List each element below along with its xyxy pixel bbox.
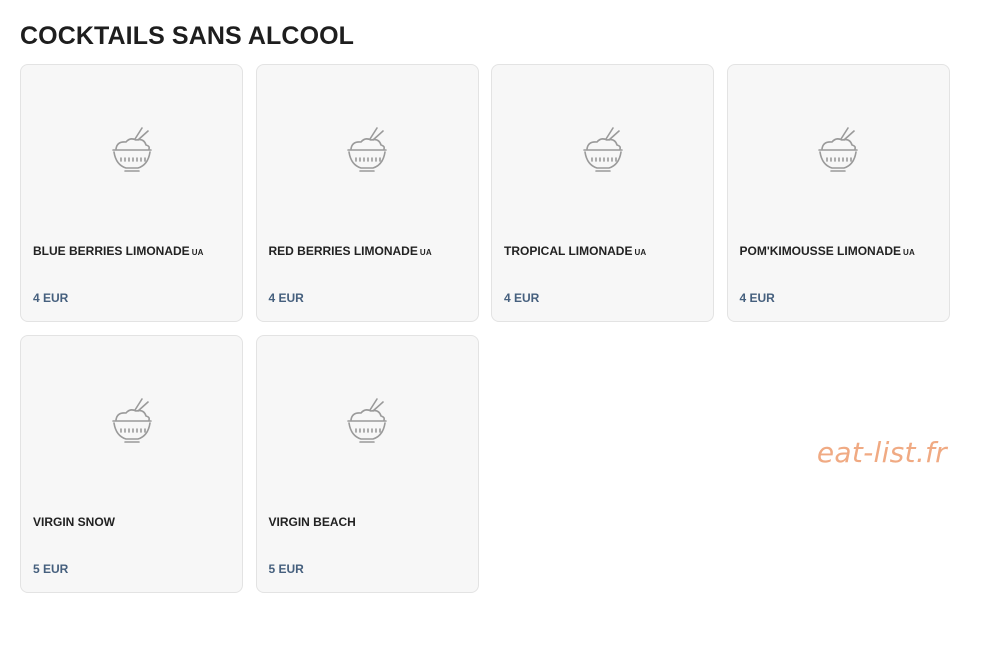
watermark-text: eat-list.fr [816,436,947,469]
product-name-text: VIRGIN BEACH [268,515,356,529]
section-title: COCKTAILS SANS ALCOOL [20,22,355,50]
product-card[interactable]: VIRGIN BEACH 5 EUR [255,335,479,593]
product-name-text: VIRGIN SNOW [33,515,116,529]
product-price: 5 EUR [268,562,304,576]
product-price: 5 EUR [33,562,69,576]
product-tag: UA [634,248,647,257]
product-name: TROPICAL LIMONADE UA [504,244,705,258]
product-name-text: POM'KIMOUSSE LIMONADE [739,244,902,258]
product-name-text: RED BERRIES LIMONADE [268,244,418,258]
rice-bowl-icon [492,121,713,177]
product-card[interactable]: TROPICAL LIMONADE UA 4 EUR [491,64,714,322]
product-name: RED BERRIES LIMONADE UA [269,244,470,258]
product-card[interactable]: POM'KIMOUSSE LIMONADE UA 4 EUR [726,64,950,322]
product-price: 4 EUR [739,291,775,305]
product-tag: UA [903,248,915,257]
product-price: 4 EUR [33,291,69,305]
product-name-text: TROPICAL LIMONADE [504,244,633,258]
product-name: VIRGIN SNOW [33,515,234,529]
product-price: 4 EUR [504,291,540,305]
product-price: 4 EUR [268,291,304,305]
product-card[interactable]: RED BERRIES LIMONADE UA 4 EUR [255,64,479,322]
product-tag: UA [191,248,204,257]
rice-bowl-icon [728,121,949,177]
rice-bowl-icon [21,121,242,177]
product-card[interactable]: VIRGIN SNOW 5 EUR [20,335,243,593]
rice-bowl-icon [21,392,242,448]
menu-page: COCKTAILS SANS ALCOOL BLUE BERRIES LIMON… [0,0,989,657]
product-tag: UA [419,248,432,257]
rice-bowl-icon [257,392,478,448]
product-name: POM'KIMOUSSE LIMONADE UA [740,244,941,258]
product-name: BLUE BERRIES LIMONADE UA [33,244,234,258]
product-name-text: BLUE BERRIES LIMONADE [33,244,190,258]
rice-bowl-icon [257,121,478,177]
product-card[interactable]: BLUE BERRIES LIMONADE UA 4 EUR [20,64,243,322]
product-grid: BLUE BERRIES LIMONADE UA 4 EUR RED BERRIE… [20,64,950,593]
product-name: VIRGIN BEACH [269,515,470,529]
